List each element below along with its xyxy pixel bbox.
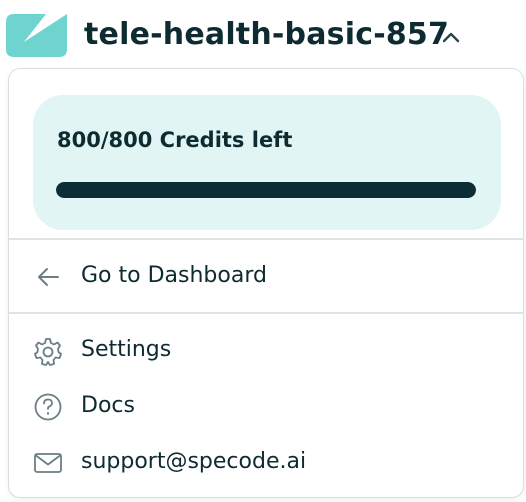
project-switcher[interactable]: tele-health-basic-857 — [0, 0, 526, 70]
help-circle-icon — [34, 393, 62, 421]
project-name[interactable]: tele-health-basic-857 — [84, 15, 449, 55]
mail-icon — [34, 453, 62, 473]
settings-item[interactable]: Settings — [9, 327, 523, 373]
docs-label: Docs — [81, 393, 135, 418]
credits-card: 800/800 Credits left — [33, 95, 501, 230]
brand-logo-icon — [6, 14, 67, 57]
chevron-up-icon[interactable] — [440, 26, 462, 48]
docs-item[interactable]: Docs — [9, 383, 523, 429]
support-email-item[interactable]: support@specode.ai — [9, 439, 523, 485]
divider — [9, 238, 523, 240]
divider — [9, 312, 523, 314]
credits-progress-bar — [56, 182, 476, 198]
credits-label: 800/800 Credits left — [57, 128, 293, 152]
gear-icon — [34, 338, 62, 366]
support-email-label: support@specode.ai — [81, 449, 307, 474]
project-dropdown-menu: 800/800 Credits left Go to Dashboard Set… — [8, 68, 524, 498]
credits-progress-fill — [56, 182, 476, 198]
settings-label: Settings — [81, 337, 172, 362]
go-to-dashboard-item[interactable]: Go to Dashboard — [9, 253, 523, 299]
arrow-left-icon — [38, 268, 59, 286]
go-to-dashboard-label: Go to Dashboard — [81, 263, 267, 288]
